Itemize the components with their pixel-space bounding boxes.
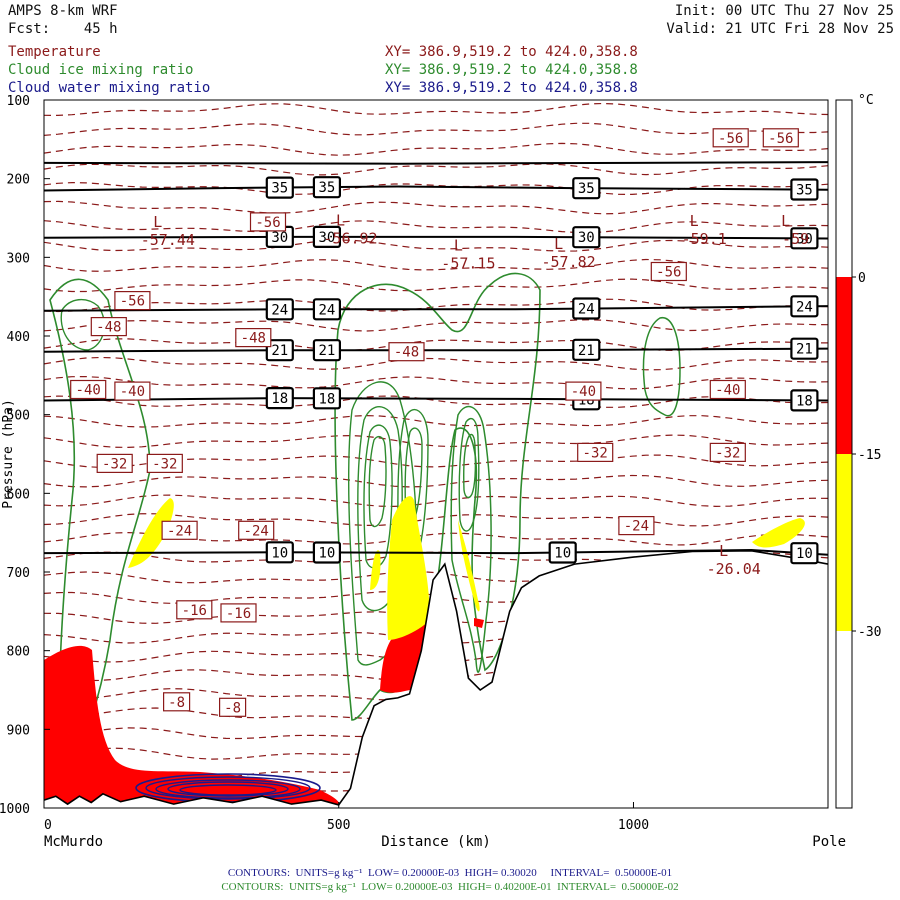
temperature-label: -8 [168, 695, 185, 711]
isentrope-label: 18 [318, 391, 335, 407]
isentrope-label: 35 [578, 181, 595, 197]
isentrope-label: 21 [271, 343, 288, 359]
footer-contours-water: CONTOURS: UNITS=g kg⁻¹ LOW= 0.20000E-03 … [227, 867, 673, 879]
x-tick-label: 500 [327, 818, 350, 833]
isentrope-label: 18 [271, 391, 288, 407]
isentrope-label: 35 [271, 181, 288, 197]
isentrope-label: 10 [796, 546, 813, 562]
isentrope-label: 18 [796, 393, 813, 409]
low-marker: L [781, 212, 790, 230]
colorbar-tick-label: -15 [858, 448, 881, 463]
colorbar-band [836, 454, 852, 631]
y-tick-label: 900 [7, 723, 30, 738]
isentrope-label: 30 [578, 230, 595, 246]
temperature-label: -40 [571, 384, 596, 400]
low-value: -57.82 [542, 253, 596, 271]
isentrope-label: 24 [796, 299, 813, 315]
temperature-label: -48 [96, 320, 121, 336]
isentrope-label: 24 [578, 302, 595, 318]
temperature-label: -40 [76, 383, 101, 399]
low-marker: L [454, 237, 463, 255]
low-value: -59 [782, 230, 809, 248]
low-marker: L [719, 542, 728, 560]
x-end-label: Pole [812, 834, 846, 850]
isentrope-label: 21 [578, 343, 595, 359]
low-marker: L [336, 211, 345, 229]
temperature-label: -56 [718, 131, 743, 147]
low-marker: L [690, 212, 699, 230]
low-value: -57.44 [141, 231, 195, 249]
y-axis-title: Pressure (hPa) [1, 399, 16, 509]
low-value: -57.15 [441, 255, 495, 273]
isentrope-label: 21 [796, 342, 813, 358]
temperature-label: -32 [152, 456, 177, 472]
y-tick-label: 300 [7, 251, 30, 266]
y-tick-label: 200 [7, 173, 30, 188]
low-marker: L [153, 213, 162, 231]
low-value: -56.92 [323, 229, 377, 247]
isentrope-label: 35 [318, 180, 335, 196]
colorbar: 0 -15 -30 °C [835, 93, 881, 809]
temperature-label: -56 [120, 294, 145, 310]
isentrope-label: 10 [318, 546, 335, 562]
temperature-label: -16 [226, 606, 251, 622]
cross-section-chart: 3535353530303030242424242121212118181818… [0, 93, 881, 850]
x-tick-label: 1000 [618, 818, 649, 833]
y-tick-label: 1000 [0, 802, 30, 817]
low-marker: L [554, 235, 563, 253]
temperature-label: -40 [120, 384, 145, 400]
colorbar-tick-label: 0 [858, 271, 866, 286]
temperature-label: -32 [102, 456, 127, 472]
temperature-label: -56 [255, 215, 280, 231]
temperature-label: -16 [182, 603, 207, 619]
isentrope-label: 21 [318, 343, 335, 359]
temperature-label: -24 [167, 523, 192, 539]
temperature-label: -32 [715, 445, 740, 461]
y-tick-label: 100 [7, 94, 30, 109]
colorbar-unit: °C [858, 93, 874, 108]
temperature-label: -32 [583, 445, 608, 461]
temperature-label: -24 [244, 523, 269, 539]
y-tick-label: 800 [7, 645, 30, 660]
temperature-label: -8 [224, 700, 241, 716]
isentrope-label: 10 [271, 545, 288, 561]
x-axis-title: Distance (km) [381, 834, 491, 850]
low-value: -26.04 [707, 560, 761, 578]
isentrope-label: 30 [271, 230, 288, 246]
isentrope-label: 10 [554, 546, 571, 562]
y-tick-label: 400 [7, 330, 30, 345]
isentrope-label: 24 [318, 302, 335, 318]
isentrope-label: 24 [271, 302, 288, 318]
temperature-label: -48 [394, 345, 419, 361]
temperature-label: -56 [768, 131, 793, 147]
temperature-label: -40 [715, 383, 740, 399]
y-tick-label: 700 [7, 566, 30, 581]
footer-contours-ice: CONTOURS: UNITS=g kg⁻¹ LOW= 0.20000E-03 … [221, 881, 679, 893]
x-start-label: McMurdo [44, 834, 103, 850]
temperature-label: -56 [656, 265, 681, 281]
temperature-label: -48 [241, 331, 266, 347]
colorbar-tick-label: -30 [858, 625, 881, 640]
low-value: -59.1 [682, 230, 727, 248]
isentrope-label: 35 [796, 183, 813, 199]
colorbar-band [836, 277, 852, 454]
x-tick-label: 0 [44, 818, 52, 833]
temperature-label: -24 [624, 519, 649, 535]
